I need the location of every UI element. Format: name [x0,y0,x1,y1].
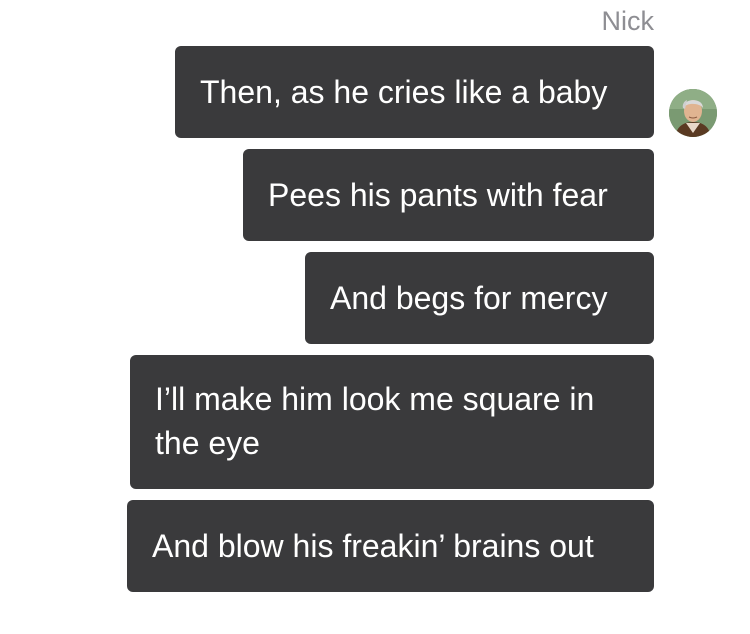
message-thread: Then, as he cries like a baby Pees his p… [127,46,654,592]
avatar[interactable] [669,89,717,137]
message-bubble[interactable]: Then, as he cries like a baby [175,46,654,138]
avatar-icon [669,89,717,137]
message-bubble[interactable]: I’ll make him look me square in the eye [130,355,654,489]
message-bubble[interactable]: Pees his pants with fear [243,149,654,241]
sender-name: Nick [601,6,655,36]
message-bubble[interactable]: And blow his freakin’ brains out [127,500,654,592]
message-bubble[interactable]: And begs for mercy [305,252,654,344]
